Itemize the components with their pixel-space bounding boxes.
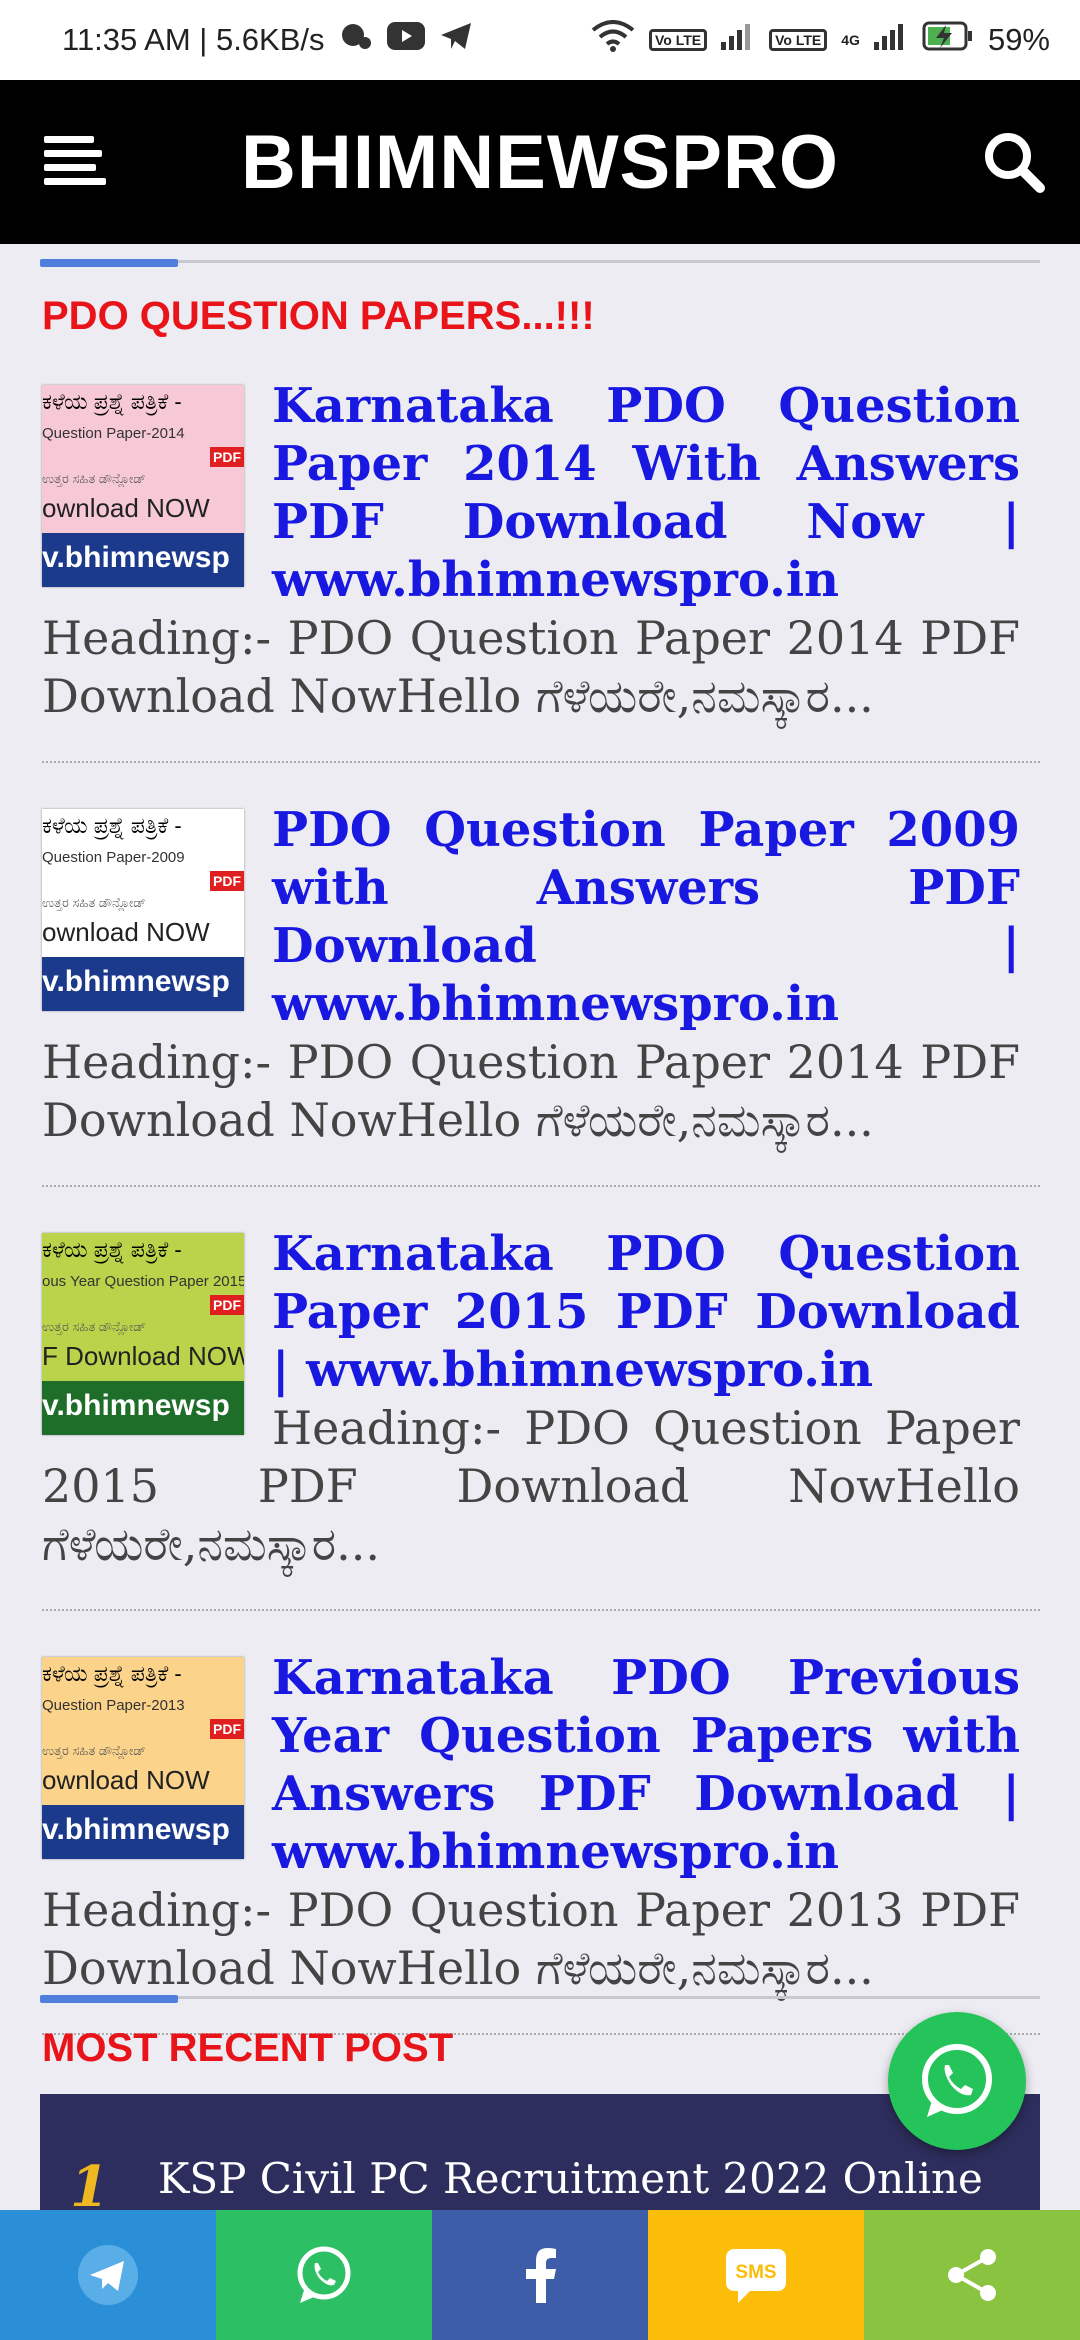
post-divider (42, 1609, 1040, 1611)
sms-share-button[interactable]: SMS (648, 2210, 864, 2340)
post-item: ಕಳೆಯ ಪ್ರಶ್ನೆ ಪತ್ರಿಕೆ - ous Year Question… (42, 1225, 1020, 1573)
thumb-line4: ownload NOW (42, 1765, 210, 1795)
hamburger-icon[interactable] (44, 136, 106, 188)
thumb-line2: ous Year Question Paper 2015 (42, 1273, 244, 1290)
whatsapp-icon (297, 2246, 351, 2303)
post-snippet: Heading:- PDO Question Paper 2013 PDF Do… (42, 1883, 1020, 1995)
thumb-line4: ownload NOW (42, 493, 210, 523)
thumb-brand: v.bhimnewsp (42, 533, 244, 587)
facebook-share-button[interactable] (432, 2210, 648, 2340)
battery-charging-icon (922, 21, 974, 59)
more-share-button[interactable] (864, 2210, 1080, 2340)
pdf-badge: PDF (210, 871, 244, 891)
notification-icon (339, 21, 373, 59)
section-title-pdo: PDO QUESTION PAPERS...!!! (42, 294, 595, 338)
thumb-line4: ownload NOW (42, 917, 210, 947)
pdf-badge: PDF (210, 1295, 244, 1315)
whatsapp-float-button[interactable] (888, 2012, 1026, 2150)
post-divider (42, 761, 1040, 763)
status-left: 11:35 AM | 5.6KB/s (62, 21, 473, 59)
telegram-status-icon (439, 21, 473, 59)
post-divider (42, 1185, 1040, 1187)
section-divider (40, 259, 1040, 270)
pdf-badge: PDF (210, 1719, 244, 1739)
svg-text:SMS: SMS (735, 2262, 776, 2283)
battery-percent: 59% (987, 22, 1050, 57)
post-item: ಕಳೆಯ ಪ್ರಶ್ನೆ ಪತ್ರಿಕೆ - Question Paper-20… (42, 1649, 1020, 1997)
thumb-line1: ಕಳೆಯ ಪ್ರಶ್ನೆ ಪತ್ರಿಕೆ - (42, 813, 182, 838)
thumb-line3: ಉತ್ತರ ಸಹಿತ ಡೌನ್ಲೋಡ್ (42, 1319, 146, 1334)
post-item: ಕಳೆಯ ಪ್ರಶ್ನೆ ಪತ್ರಿಕೆ - Question Paper-20… (42, 377, 1020, 725)
signal-icon-1 (721, 22, 755, 58)
thumb-brand: v.bhimnewsp (42, 957, 244, 1011)
whatsapp-share-button[interactable] (216, 2210, 432, 2340)
thumb-line2: Question Paper-2009 (42, 849, 185, 866)
thumb-line1: ಕಳೆಯ ಪ್ರಶ್ನೆ ಪತ್ರಿಕೆ - (42, 1237, 182, 1262)
thumb-line2: Question Paper-2013 (42, 1697, 185, 1714)
post-thumbnail[interactable]: ಕಳೆಯ ಪ್ರಶ್ನೆ ಪತ್ರಿಕೆ - Question Paper-20… (42, 809, 244, 1011)
post-snippet: Heading:- PDO Question Paper 2014 PDF Do… (42, 611, 1020, 723)
thumb-line1: ಕಳೆಯ ಪ್ರಶ್ನೆ ಪತ್ರಿಕೆ - (42, 1661, 182, 1686)
signal-icon-2 (873, 22, 908, 58)
thumb-line2: Question Paper-2014 (42, 425, 185, 442)
pdf-badge: PDF (210, 447, 244, 467)
volte-badge-1: Vo LTE (648, 29, 708, 51)
thumb-brand: v.bhimnewsp (42, 1805, 244, 1859)
facebook-icon (526, 2248, 556, 2303)
post-thumbnail[interactable]: ಕಳೆಯ ಪ್ರಶ್ನೆ ಪತ್ರಿಕೆ - ous Year Question… (42, 1233, 244, 1435)
telegram-icon (78, 2245, 138, 2305)
recent-post-title[interactable]: KSP Civil PC Recruitment 2022 Online (158, 2154, 983, 2203)
share-icon (948, 2249, 996, 2301)
thumb-line3: ಉತ್ತರ ಸಹಿತ ಡೌನ್ಲೋಡ್ (42, 471, 146, 486)
post-snippet: Heading:- PDO Question Paper 2014 PDF Do… (42, 1035, 1020, 1147)
post-thumbnail[interactable]: ಕಳೆಯ ಪ್ರಶ್ನೆ ಪತ್ರಿಕೆ - Question Paper-20… (42, 1657, 244, 1859)
site-title[interactable]: BHIMNEWSPRO (241, 119, 839, 206)
search-icon[interactable] (982, 130, 1046, 194)
network-4g-label: 4G (841, 32, 860, 48)
volte-badge-2: Vo LTE (769, 29, 828, 51)
whatsapp-icon (922, 2044, 992, 2117)
share-bar: SMS (0, 2210, 1080, 2340)
wifi-icon (591, 20, 635, 60)
post-thumbnail[interactable]: ಕಳೆಯ ಪ್ರಶ್ನೆ ಪತ್ರಿಕೆ - Question Paper-20… (42, 385, 244, 587)
main-content: PDO QUESTION PAPERS...!!! ಕಳೆಯ ಪ್ರಶ್ನೆ ಪ… (0, 244, 1080, 2035)
thumb-line3: ಉತ್ತರ ಸಹಿತ ಡೌನ್ಲೋಡ್ (42, 895, 146, 910)
thumb-line1: ಕಳೆಯ ಪ್ರಶ್ನೆ ಪತ್ರಿಕೆ - (42, 389, 182, 414)
telegram-share-button[interactable] (0, 2210, 216, 2340)
status-right: Vo LTE Vo LTE 4G 59% (591, 20, 1050, 60)
thumb-brand: v.bhimnewsp (42, 1381, 244, 1435)
status-time: 11:35 AM | 5.6KB/s (62, 22, 325, 57)
section-divider (40, 1995, 1040, 2006)
thumb-line4: F Download NOW (42, 1341, 244, 1371)
post-item: ಕಳೆಯ ಪ್ರಶ್ನೆ ಪತ್ರಿಕೆ - Question Paper-20… (42, 801, 1020, 1149)
thumb-line3: ಉತ್ತರ ಸಹಿತ ಡೌನ್ಲೋಡ್ (42, 1743, 146, 1758)
sms-icon: SMS (726, 2249, 786, 2303)
youtube-icon (386, 22, 425, 58)
site-header: BHIMNEWSPRO (0, 80, 1080, 244)
status-bar: 11:35 AM | 5.6KB/s Vo LTE Vo LTE 4G 59% (0, 0, 1080, 80)
